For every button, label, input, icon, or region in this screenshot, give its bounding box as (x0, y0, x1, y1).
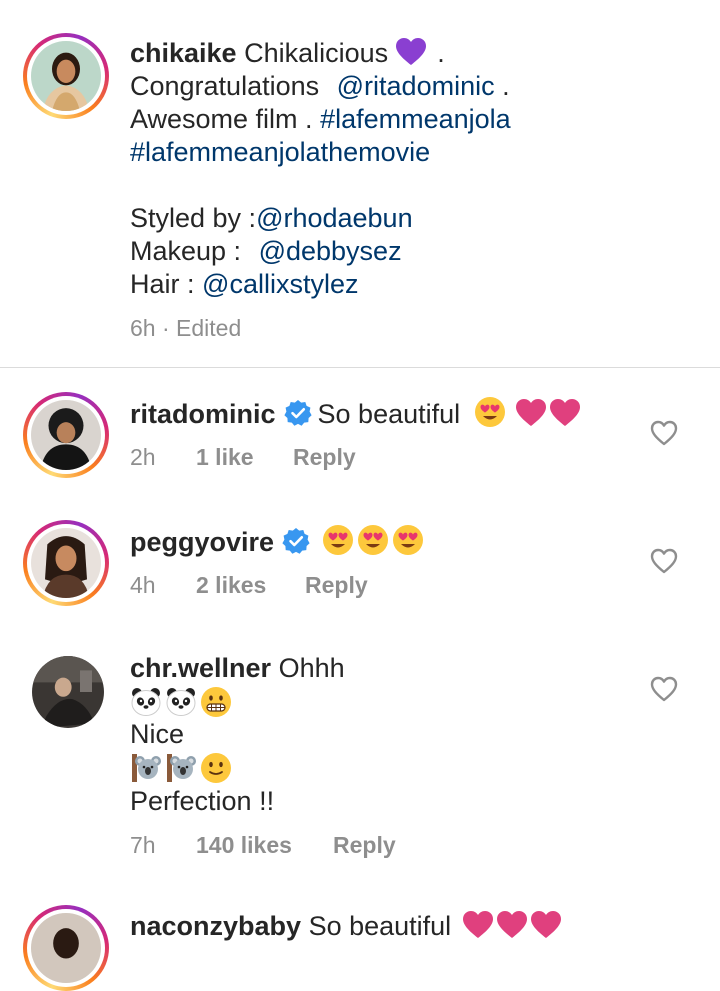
caption-meta: 6h · Edited (130, 314, 241, 342)
avatar-photo-icon (31, 913, 101, 983)
comment-username[interactable]: naconzybaby (130, 911, 301, 941)
panda-icon (165, 686, 197, 718)
avatar-photo-icon (31, 400, 101, 470)
comment-meta: 2h 1 like Reply (130, 443, 530, 471)
comment-emoji-line (130, 686, 235, 721)
heart-eyes-icon (322, 524, 354, 556)
mention-link[interactable]: @rhodaebun (256, 203, 413, 233)
caption-line-3: Awesome film . #lafemmeanjola (130, 104, 511, 134)
heart-eyes-icon (474, 396, 506, 428)
caption-username[interactable]: chikaike (130, 38, 237, 68)
comment-line: naconzybaby So beautiful (130, 910, 565, 943)
comment-text: So beautiful (317, 399, 461, 429)
caption-avatar[interactable] (23, 33, 109, 119)
hashtag-link[interactable]: #lafemmeanjola (320, 104, 511, 134)
comment-emoji-line (130, 752, 235, 787)
avatar-photo-icon (32, 656, 104, 728)
hashtag-link[interactable]: #lafemmeanjolathemovie (130, 137, 430, 167)
koala-icon (165, 752, 197, 784)
heart-eyes-icon (357, 524, 389, 556)
caption-line-4: #lafemmeanjolathemovie (130, 136, 430, 169)
avatar-photo-icon (31, 528, 101, 598)
caption-line-2: Congratulations @ritadominic . (130, 71, 510, 101)
caption-hair-line: Hair : @callixstylez (130, 269, 359, 299)
comment-text: Nice (130, 719, 185, 749)
comment-line: chr.wellner Ohhh (130, 652, 345, 685)
pink-heart-icon (462, 911, 493, 938)
heart-eyes-icon (392, 524, 424, 556)
comment-meta: 7h 140 likes Reply (130, 831, 530, 859)
avatar-photo-icon (31, 41, 101, 111)
comment-text: So beautiful (308, 911, 452, 941)
reply-button[interactable]: Reply (333, 831, 396, 859)
caption-styled-line: Styled by :@rhodaebun (130, 203, 413, 233)
caption-time: 6h (130, 315, 156, 341)
panda-icon (130, 686, 162, 718)
comment-text: Ohhh (278, 653, 345, 683)
mention-link[interactable]: @callixstylez (202, 269, 358, 299)
comment-time: 4h (130, 572, 156, 598)
caption-makeup-line: Makeup : @debbysez (130, 236, 402, 266)
comment-line: Nice (130, 718, 184, 751)
comment-likes[interactable]: 140 likes (196, 831, 292, 859)
comment-text: Perfection !! (130, 786, 275, 816)
comment-line: peggyovire (130, 524, 427, 559)
comment-line: Perfection !! (130, 785, 274, 818)
smile-icon (200, 752, 232, 784)
caption-line-1: chikaike Chikalicious . (130, 38, 445, 68)
comment-time: 2h (130, 444, 156, 470)
mention-link[interactable]: @ritadominic (337, 71, 495, 101)
comment-likes[interactable]: 2 likes (196, 571, 266, 599)
pink-heart-icon (530, 911, 561, 938)
comment-line: ritadominic So beautiful (130, 396, 584, 431)
reply-button[interactable]: Reply (293, 443, 356, 471)
verified-badge-icon (283, 400, 312, 426)
like-heart-icon[interactable] (650, 420, 678, 446)
like-heart-icon[interactable] (650, 548, 678, 574)
comment-time: 7h (130, 832, 156, 858)
purple-heart-icon (395, 38, 426, 66)
comment-meta: 4h 2 likes Reply (130, 571, 530, 599)
divider (0, 367, 720, 368)
post-caption: chikaike Chikalicious . Congratulations … (0, 0, 720, 367)
pink-heart-icon (516, 399, 547, 426)
pink-heart-icon (550, 399, 581, 426)
comment-avatar[interactable] (23, 392, 109, 478)
caption-edited: · Edited (161, 315, 242, 341)
comment-likes[interactable]: 1 like (196, 443, 254, 471)
comment-username[interactable]: chr.wellner (130, 653, 271, 683)
koala-icon (130, 752, 162, 784)
comment-avatar[interactable] (23, 905, 109, 991)
grimace-icon (200, 686, 232, 718)
reply-button[interactable]: Reply (305, 571, 368, 599)
mention-link[interactable]: @debbysez (259, 236, 402, 266)
caption-text: Chikalicious (244, 38, 389, 68)
verified-badge-icon (282, 528, 310, 554)
comment-avatar[interactable] (23, 520, 109, 606)
pink-heart-icon (496, 911, 527, 938)
comment-username[interactable]: ritadominic (130, 399, 276, 429)
comment-username[interactable]: peggyovire (130, 527, 274, 557)
comment-avatar[interactable] (32, 656, 104, 728)
like-heart-icon[interactable] (650, 676, 678, 702)
